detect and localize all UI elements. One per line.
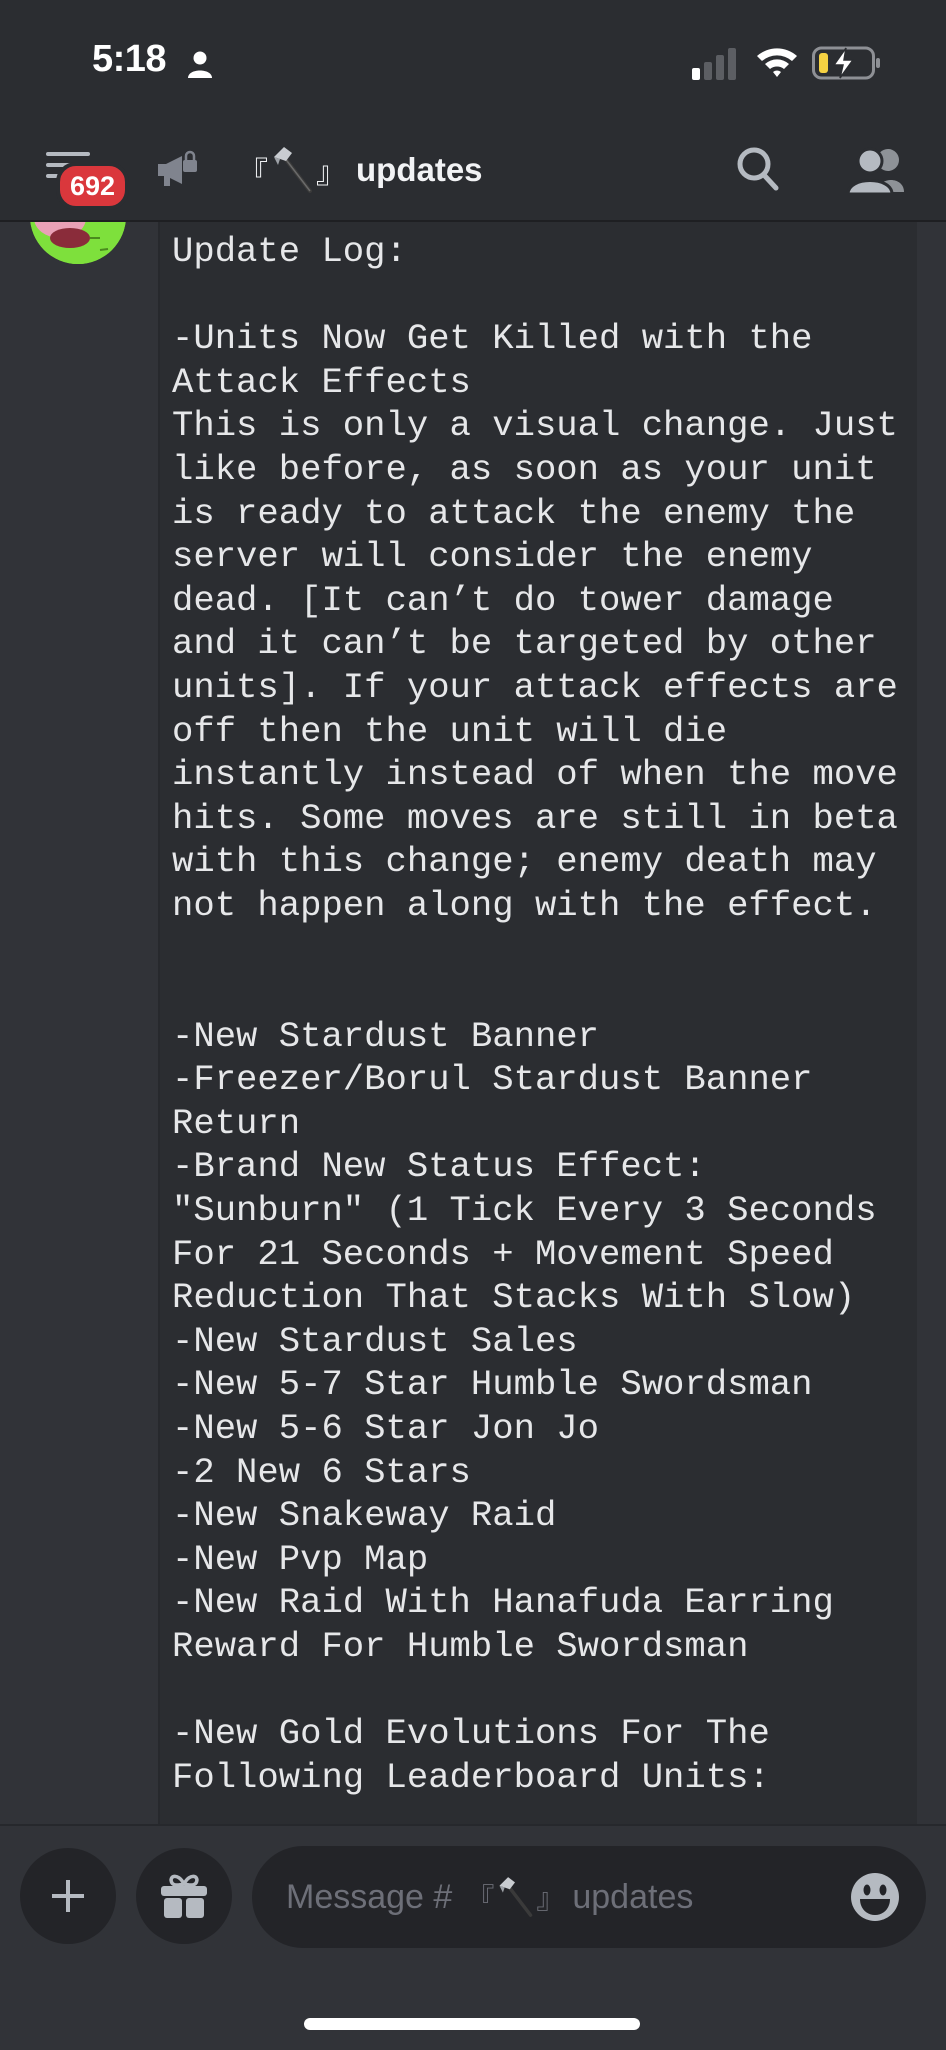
code-line: For 21 Seconds + Movement Speed — [172, 1233, 834, 1275]
avatar-image — [30, 222, 126, 264]
code-line: -New Pvp Map — [172, 1538, 429, 1580]
code-line: like before, as soon as your unit — [172, 448, 877, 490]
status-time: 5:18 — [92, 38, 167, 80]
home-indicator[interactable] — [304, 2018, 640, 2030]
user-avatar[interactable] — [30, 222, 126, 264]
update-log-text: Update Log: -Units Now Get Killed with th… — [172, 230, 898, 1799]
blank-line — [172, 971, 898, 1015]
code-line: -New Stardust Banner — [172, 1015, 600, 1057]
blank-line — [172, 1669, 898, 1713]
code-line: -Freezer/Borul Stardust Banner — [172, 1059, 813, 1101]
hammer-icon — [499, 1877, 533, 1917]
message-placeholder: Message # 『 』 updates — [286, 1875, 693, 1919]
members-button[interactable] — [842, 140, 906, 200]
attach-button[interactable] — [20, 1848, 116, 1944]
search-button[interactable] — [728, 140, 788, 200]
code-line: dead. [It can’t do tower damage — [172, 579, 834, 621]
code-line: Return — [172, 1102, 301, 1144]
code-line: is ready to attack the enemy the — [172, 492, 856, 534]
code-line: -Units Now Get Killed with the — [172, 318, 813, 360]
hammer-icon — [274, 147, 312, 193]
code-line: This is only a visual change. Just — [172, 405, 898, 447]
channel-emoji-prefix: 『 』 — [238, 145, 346, 195]
message-list[interactable]: Update Log: -Units Now Get Killed with th… — [0, 222, 946, 1824]
code-line: Following Leaderboard Units: — [172, 1756, 770, 1798]
code-line: -New Raid With Hanafuda Earring — [172, 1582, 834, 1624]
menu-button[interactable]: 692 — [40, 150, 130, 210]
code-line: instantly instead of when the move — [172, 754, 898, 796]
code-line: -2 New 6 Stars — [172, 1451, 471, 1493]
code-line: -Brand New Status Effect: — [172, 1146, 706, 1188]
unread-badge: 692 — [56, 162, 130, 210]
person-icon — [188, 51, 212, 78]
code-line: -New Snakeway Raid — [172, 1495, 557, 1537]
search-icon — [737, 147, 779, 191]
announcement-locked-icon — [158, 150, 197, 186]
blank-line — [172, 274, 898, 318]
code-line: Reduction That Stacks With Slow) — [172, 1277, 856, 1319]
code-line: Reward For Humble Swordsman — [172, 1626, 749, 1667]
code-line: -New Stardust Sales — [172, 1320, 578, 1362]
message-input[interactable]: Message # 『 』 updates — [252, 1846, 926, 1948]
code-line: with this change; enemy death may — [172, 841, 877, 883]
code-line: -New Gold Evolutions For The — [172, 1713, 770, 1755]
code-line: server will consider the enemy — [172, 536, 813, 578]
blank-line — [172, 928, 898, 972]
members-icon — [846, 147, 904, 196]
code-line: -New 5-6 Star Jon Jo — [172, 1408, 600, 1450]
code-block: Update Log: -Units Now Get Killed with th… — [158, 222, 917, 1824]
code-line: off then the unit will die — [172, 710, 728, 752]
channel-header: 692 『 』 updates — [0, 120, 946, 222]
plus-icon — [52, 1880, 84, 1912]
code-line: Attack Effects — [172, 361, 471, 403]
channel-name: updates — [356, 151, 483, 188]
code-line: hits. Some moves are still in beta — [172, 797, 898, 839]
battery-charging-icon — [812, 46, 880, 80]
emoji-icon — [851, 1873, 899, 1921]
emoji-button[interactable] — [850, 1872, 900, 1922]
message-composer: Message # 『 』 updates — [0, 1824, 946, 2050]
gift-button[interactable] — [136, 1848, 232, 1944]
code-line: Update Log: — [172, 231, 407, 272]
code-line: units]. If your attack effects are — [172, 666, 898, 708]
wifi-icon — [757, 48, 797, 77]
status-bar: 5:18 — [0, 0, 946, 120]
channel-title[interactable]: 『 』 updates — [238, 142, 483, 198]
cellular-signal-icon — [692, 48, 736, 80]
gift-icon — [161, 1874, 207, 1918]
code-line: "Sunburn" (1 Tick Every 3 Seconds — [172, 1190, 877, 1232]
code-line: and it can’t be targeted by other — [172, 623, 877, 665]
code-line: -New 5-7 Star Humble Swordsman — [172, 1364, 813, 1406]
code-line: not happen along with the effect. — [172, 884, 877, 926]
